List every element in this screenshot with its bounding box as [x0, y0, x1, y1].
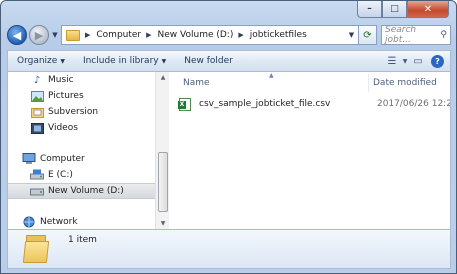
column-header-date-modified[interactable]: Date modified — [373, 78, 437, 88]
nav-item-label: E (C:) — [48, 170, 73, 180]
sort-ascending-icon: ▲ — [269, 72, 274, 79]
nav-item-subversion[interactable]: Subversion — [8, 104, 155, 120]
chevron-down-icon: ▼ — [161, 57, 167, 65]
recent-pages-dropdown[interactable]: ▼ — [50, 31, 60, 39]
nav-item-videos[interactable]: Videos — [8, 120, 155, 136]
nav-item-label: Network — [40, 217, 78, 227]
chevron-right-icon[interactable]: ▶ — [146, 31, 151, 39]
chevron-right-icon[interactable]: ▶ — [238, 31, 243, 39]
search-icon: ⚲ — [440, 30, 447, 40]
help-button[interactable]: ? — [431, 54, 444, 68]
network-icon — [22, 216, 36, 228]
view-list-icon: ☰ — [387, 55, 397, 67]
file-list-pane: ▲ Name Date modified csv_sample_jobticke… — [169, 72, 451, 229]
column-header-name[interactable]: Name — [183, 78, 210, 88]
organize-button[interactable]: Organize ▼ — [8, 56, 74, 66]
address-bar[interactable]: ▶ Computer ▶ New Volume (D:) ▶ jobticket… — [61, 25, 359, 45]
nav-item-music[interactable]: ♪ Music — [8, 72, 155, 88]
navigation-pane: ♪ Music Pictures Subversion Videos Compu… — [7, 72, 155, 229]
item-count: 1 item — [68, 235, 97, 245]
new-folder-label: New folder — [184, 56, 233, 66]
organize-label: Organize — [17, 56, 58, 66]
back-button[interactable]: ◀ — [7, 25, 27, 45]
column-divider[interactable] — [368, 74, 369, 92]
nav-item-label: Subversion — [48, 107, 99, 117]
folder-icon — [66, 29, 80, 41]
address-dropdown-icon[interactable]: ▼ — [345, 31, 358, 39]
nav-item-label: New Volume (D:) — [48, 186, 124, 196]
view-options-button[interactable]: ☰ — [383, 53, 401, 69]
include-in-library-label: Include in library — [82, 56, 159, 66]
navigation-bar: ◀ ▶ ▼ ▶ Computer ▶ New Volume (D:) ▶ job… — [7, 23, 451, 47]
forward-arrow-icon: ▶ — [34, 28, 44, 42]
search-input[interactable]: Search jobt... ⚲ — [381, 25, 451, 45]
computer-icon — [22, 153, 36, 165]
back-arrow-icon: ◀ — [12, 28, 22, 42]
refresh-button[interactable]: ⟳ — [359, 25, 377, 45]
forward-button[interactable]: ▶ — [29, 25, 49, 45]
nav-item-drive-c[interactable]: E (C:) — [8, 167, 155, 183]
nav-item-label: Computer — [40, 154, 85, 164]
drive-icon — [30, 185, 44, 197]
refresh-icon: ⟳ — [363, 29, 372, 41]
subversion-icon — [30, 106, 44, 118]
minimize-button[interactable]: – — [357, 1, 382, 18]
preview-pane-button[interactable]: ▭ — [409, 53, 427, 69]
column-header-row: ▲ Name Date modified — [169, 72, 450, 93]
nav-item-computer[interactable]: Computer — [8, 151, 155, 167]
view-dropdown-button[interactable]: ▼ — [401, 53, 409, 69]
scroll-up-icon[interactable]: ▲ — [156, 74, 170, 81]
folder-icon — [22, 235, 50, 265]
search-placeholder: Search jobt... — [385, 25, 417, 45]
details-pane: 1 item — [7, 229, 451, 269]
excel-csv-icon — [178, 97, 191, 111]
drive-icon — [30, 169, 44, 181]
breadcrumb-computer[interactable]: Computer — [96, 30, 141, 40]
nav-item-pictures[interactable]: Pictures — [8, 88, 155, 104]
command-bar: Organize ▼ Include in library ▼ New fold… — [7, 50, 451, 72]
music-icon: ♪ — [33, 74, 41, 86]
breadcrumb-new-volume[interactable]: New Volume (D:) — [158, 30, 234, 40]
nav-item-network[interactable]: Network — [8, 214, 155, 229]
file-date-modified: 2017/06/26 12:25 — [377, 99, 451, 109]
preview-pane-icon: ▭ — [413, 55, 423, 67]
maximize-button[interactable]: □ — [382, 1, 407, 18]
chevron-right-icon[interactable]: ▶ — [85, 31, 90, 39]
file-row[interactable]: csv_sample_jobticket_file.csv 2017/06/26… — [178, 95, 451, 113]
scrollbar-thumb[interactable] — [158, 152, 168, 212]
pictures-icon — [30, 90, 44, 102]
chevron-down-icon: ▼ — [60, 57, 65, 65]
breadcrumb-jobticketfiles[interactable]: jobticketfiles — [250, 30, 307, 40]
file-name: csv_sample_jobticket_file.csv — [199, 99, 331, 109]
nav-item-label: Videos — [48, 123, 78, 133]
close-button[interactable]: ✕ — [407, 1, 449, 18]
nav-item-label: Pictures — [48, 91, 84, 101]
navigation-scrollbar[interactable]: ▲ ▼ — [155, 72, 169, 229]
help-icon: ? — [435, 56, 440, 66]
videos-icon — [30, 122, 44, 134]
window-controls: – □ ✕ — [357, 1, 449, 19]
scroll-down-icon[interactable]: ▼ — [156, 220, 170, 227]
nav-item-label: Music — [48, 75, 74, 85]
explorer-window: – □ ✕ ◀ ▶ ▼ ▶ Computer ▶ New Volume (D:)… — [0, 0, 457, 274]
include-in-library-button[interactable]: Include in library ▼ — [74, 56, 175, 66]
new-folder-button[interactable]: New folder — [175, 56, 242, 66]
nav-item-new-volume-d[interactable]: New Volume (D:) — [8, 183, 155, 199]
